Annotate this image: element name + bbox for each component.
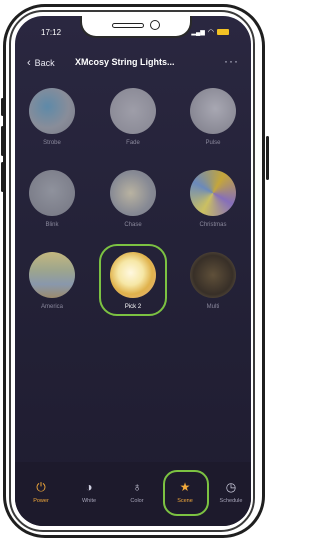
tab-highlight — [163, 470, 209, 516]
color-bulb-icon: ♁ — [132, 480, 142, 494]
white-icon: ◑ — [85, 480, 93, 494]
scene-thumbnail — [29, 252, 75, 298]
scene-item-christmas[interactable]: Christmas — [183, 170, 243, 228]
back-button[interactable]: ‹ Back — [27, 57, 55, 69]
tab-label: White — [81, 498, 97, 504]
nav-bar: ‹ Back XMcosy String Lights... ··· — [15, 54, 251, 76]
scene-thumbnail — [190, 170, 236, 216]
tab-white[interactable]: ◑ White — [69, 480, 109, 504]
back-label: Back — [34, 58, 55, 68]
side-button — [1, 162, 4, 192]
scene-item-fade[interactable]: Fade — [103, 88, 163, 146]
chevron-left-icon: ‹ — [27, 57, 31, 69]
scene-thumbnail — [190, 252, 236, 298]
selection-highlight — [99, 244, 167, 316]
status-bar: 17:12 ▂▄▆ ◠ — [15, 28, 251, 42]
scene-thumbnail — [110, 170, 156, 216]
scene-label: Chase — [124, 222, 142, 228]
scene-thumbnail — [29, 170, 75, 216]
scene-item-multi[interactable]: Multi — [183, 252, 243, 310]
scene-label: America — [40, 304, 63, 310]
app-screen: 17:12 ▂▄▆ ◠ ‹ Back XMcosy String Lights.… — [15, 16, 251, 526]
scene-item-chase[interactable]: Chase — [103, 170, 163, 228]
tab-label: Power — [33, 498, 49, 504]
signal-icon: ▂▄▆ — [191, 29, 205, 36]
power-icon: ⏻ — [36, 480, 46, 494]
scene-item-pulse[interactable]: Pulse — [183, 88, 243, 146]
tab-label: Schedule — [219, 498, 243, 504]
scene-thumbnail — [29, 88, 75, 134]
scene-label: Multi — [206, 304, 220, 310]
side-button — [1, 98, 4, 116]
tab-schedule[interactable]: ◷ Schedule — [211, 480, 251, 504]
scene-label: Strobe — [43, 140, 61, 146]
scene-thumbnail — [190, 88, 236, 134]
wifi-icon: ◠ — [207, 29, 214, 36]
clock-icon: ◷ — [225, 480, 237, 494]
scene-item-america[interactable]: America — [22, 252, 82, 310]
side-button — [266, 136, 269, 180]
scene-item-strobe[interactable]: Strobe — [22, 88, 82, 146]
scene-thumbnail — [110, 88, 156, 134]
scene-label: Christmas — [199, 222, 227, 228]
battery-icon — [217, 29, 229, 35]
more-button[interactable]: ··· — [224, 54, 239, 68]
tab-bar: ⏻ Power ◑ White ♁ Color ★ Scene ◷ Schedule — [15, 462, 251, 526]
scene-label: Blink — [45, 222, 59, 228]
scene-label: Fade — [126, 140, 140, 146]
status-time: 17:12 — [41, 28, 62, 37]
tab-power[interactable]: ⏻ Power — [21, 480, 61, 504]
side-button — [1, 126, 4, 156]
scene-label: Pulse — [205, 140, 221, 146]
scene-item-blink[interactable]: Blink — [22, 170, 82, 228]
tab-label: Color — [130, 498, 144, 504]
tab-color[interactable]: ♁ Color — [117, 480, 157, 504]
page-title: XMcosy String Lights... — [75, 57, 175, 67]
